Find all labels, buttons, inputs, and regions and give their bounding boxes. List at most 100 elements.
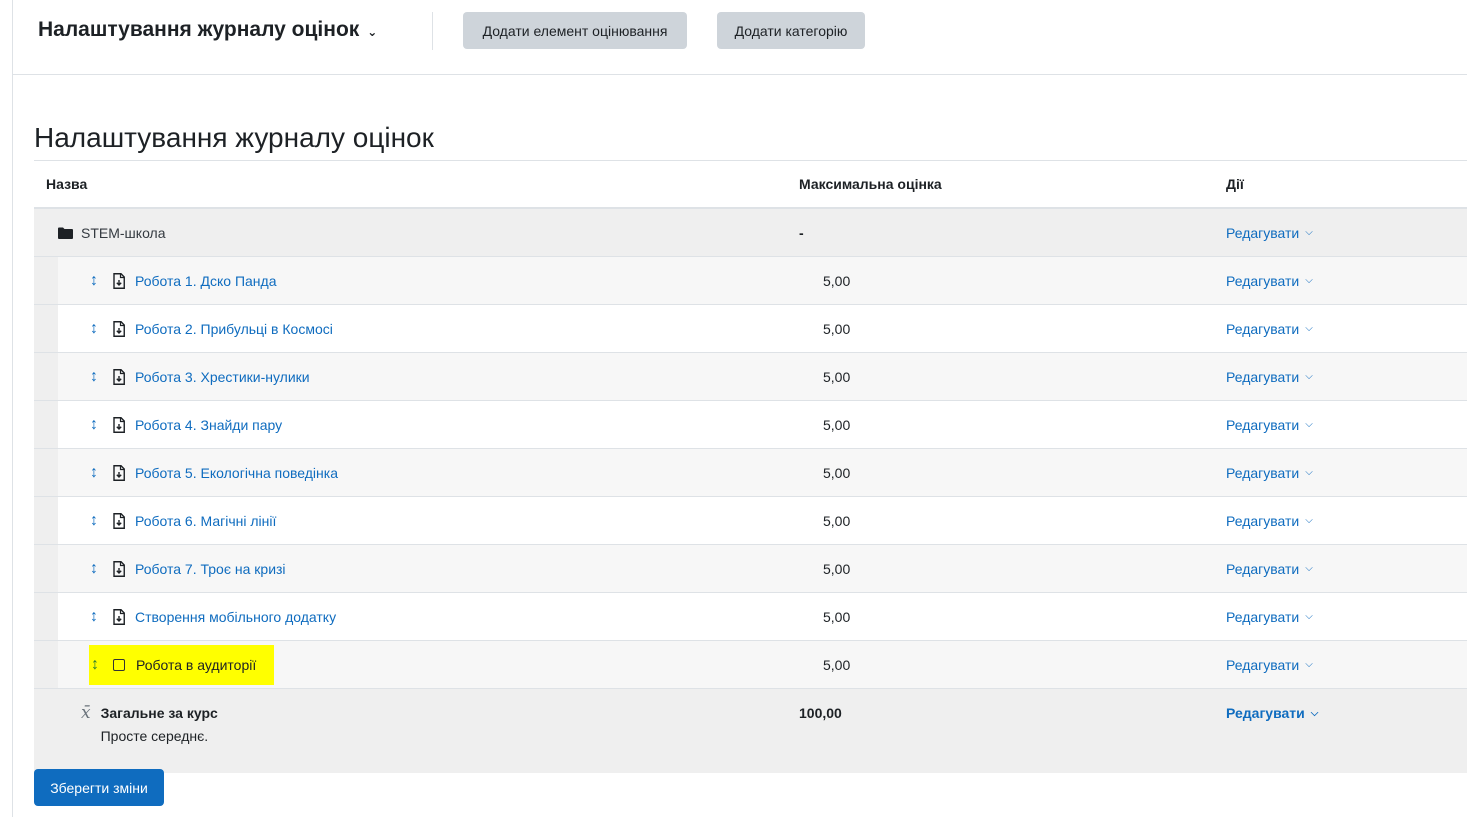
move-icon[interactable]: ↕ xyxy=(84,368,104,386)
gradebook-nav-selector[interactable]: Налаштування журналу оцінок ⌄ xyxy=(38,18,377,42)
grade-item-max-grade: 5,00 xyxy=(823,272,851,289)
category-row: STEM-школа - Редагувати ⌵ xyxy=(34,208,1467,257)
edit-label: Редагувати xyxy=(1226,416,1300,433)
grade-item-row: ↕ Робота 7. Троє на кризі 5,00 Редагувати ⌵ xyxy=(34,544,1467,593)
assignment-icon xyxy=(113,608,125,625)
grade-item-link[interactable]: Робота 2. Прибульці в Космосі xyxy=(135,321,333,337)
mean-icon: x̄ xyxy=(81,703,91,723)
grade-item-row: ↕ Робота в аудиторії 5,00 Редагувати ⌵ xyxy=(34,640,1467,689)
grade-item-link[interactable]: Робота 1. Дско Панда xyxy=(135,273,276,289)
category-max-grade: - xyxy=(799,224,804,241)
grade-item-link[interactable]: Створення мобільного додатку xyxy=(135,609,336,625)
edit-label: Редагувати xyxy=(1226,272,1300,289)
chevron-down-icon: ⌵ xyxy=(1305,275,1313,286)
edit-label: Редагувати xyxy=(1226,368,1300,385)
edit-label: Редагувати xyxy=(1226,320,1300,337)
grade-item-link[interactable]: Робота 7. Троє на кризі xyxy=(135,561,286,577)
chevron-down-icon: ⌵ xyxy=(1305,419,1313,430)
edit-menu-item[interactable]: Редагувати ⌵ xyxy=(1226,465,1313,481)
edit-menu-item[interactable]: Редагувати ⌵ xyxy=(1226,369,1313,385)
grade-item-max-grade: 5,00 xyxy=(823,656,851,673)
course-total-label: Загальне за курс xyxy=(100,705,218,721)
category-name-cell: STEM-школа xyxy=(34,225,799,241)
edit-menu-category[interactable]: Редагувати ⌵ xyxy=(1226,225,1313,241)
save-changes-button[interactable]: Зберегти зміни xyxy=(34,769,164,806)
column-header-max-grade: Максимальна оцінка xyxy=(799,160,1226,209)
move-icon[interactable]: ↕ xyxy=(84,320,104,338)
move-icon[interactable]: ↕ xyxy=(84,560,104,578)
move-icon[interactable]: ↕ xyxy=(84,416,104,434)
grade-item-row: ↕ Робота 4. Знайди пару 5,00 Редагувати ⌵ xyxy=(34,400,1467,449)
move-icon[interactable]: ↕ xyxy=(84,512,104,530)
chevron-down-icon: ⌵ xyxy=(1305,227,1313,238)
grade-item-row: ↕ Робота 6. Магічні лінії 5,00 Редагувати ⌵ xyxy=(34,496,1467,545)
edit-menu-item[interactable]: Редагувати ⌵ xyxy=(1226,561,1313,577)
grade-item-link[interactable]: Робота 3. Хрестики-нулики xyxy=(135,369,310,385)
column-header-name: Назва xyxy=(34,160,799,209)
edit-menu-item[interactable]: Редагувати ⌵ xyxy=(1226,321,1313,337)
assignment-icon xyxy=(113,560,125,577)
chevron-down-icon: ⌵ xyxy=(1305,515,1313,526)
edit-menu-item[interactable]: Редагувати ⌵ xyxy=(1226,513,1313,529)
grade-item-link[interactable]: Робота 5. Екологічна поведінка xyxy=(135,465,338,481)
grade-item-row: ↕ Робота 3. Хрестики-нулики 5,00 Редагувати… xyxy=(34,352,1467,401)
grade-item-max-grade: 5,00 xyxy=(823,368,851,385)
edit-menu-item[interactable]: Редагувати ⌵ xyxy=(1226,657,1313,673)
edit-menu-item[interactable]: Редагувати ⌵ xyxy=(1226,609,1313,625)
chevron-down-icon: ⌵ xyxy=(1305,323,1313,334)
move-icon[interactable]: ↕ xyxy=(84,608,104,626)
chevron-down-icon: ⌄ xyxy=(367,24,378,39)
assignment-icon xyxy=(113,416,125,433)
edit-label: Редагувати xyxy=(1226,464,1300,481)
grade-item-row: ↕ Робота 5. Екологічна поведінка 5,00 Редаг… xyxy=(34,448,1467,497)
edit-menu-item[interactable]: Редагувати ⌵ xyxy=(1226,417,1313,433)
grade-item-row: ↕ Робота 2. Прибульці в Космосі 5,00 Редагу… xyxy=(34,304,1467,353)
folder-icon xyxy=(58,227,73,239)
top-bar: Налаштування журналу оцінок ⌄ Додати еле… xyxy=(13,0,1467,75)
edit-label: Редагувати xyxy=(1226,560,1300,577)
highlighted-item: ↕ Робота в аудиторії xyxy=(89,644,275,685)
gradebook-nav-title: Налаштування журналу оцінок xyxy=(38,18,360,41)
chevron-down-icon: ⌵ xyxy=(1305,467,1313,478)
add-category-button[interactable]: Додати категорію xyxy=(717,12,865,49)
divider xyxy=(432,12,433,50)
edit-label: Редагувати xyxy=(1226,705,1305,721)
edit-label: Редагувати xyxy=(1226,512,1300,529)
chevron-down-icon: ⌵ xyxy=(1310,707,1319,719)
offline-activity-icon xyxy=(113,658,125,671)
grade-item-name: Робота в аудиторії xyxy=(136,656,257,673)
category-name: STEM-школа xyxy=(81,224,166,241)
edit-label: Редагувати xyxy=(1226,608,1300,625)
grade-item-max-grade: 5,00 xyxy=(823,416,851,433)
grade-item-max-grade: 5,00 xyxy=(823,464,851,481)
grade-item-max-grade: 5,00 xyxy=(823,560,851,577)
assignment-icon xyxy=(113,512,125,529)
grade-item-max-grade: 5,00 xyxy=(823,608,851,625)
edit-label: Редагувати xyxy=(1226,656,1300,673)
grade-item-max-grade: 5,00 xyxy=(823,320,851,337)
aggregation-method: Просте середнє. xyxy=(100,728,209,744)
assignment-icon xyxy=(113,368,125,385)
chevron-down-icon: ⌵ xyxy=(1305,563,1313,574)
chevron-down-icon: ⌵ xyxy=(1305,659,1313,670)
edit-menu-course-total[interactable]: Редагувати ⌵ xyxy=(1226,705,1318,721)
page-title: Налаштування журналу оцінок xyxy=(34,121,434,153)
grade-item-link[interactable]: Робота 6. Магічні лінії xyxy=(135,513,276,529)
edit-label: Редагувати xyxy=(1226,224,1300,241)
move-icon[interactable]: ↕ xyxy=(85,656,105,674)
grade-item-link[interactable]: Робота 4. Знайди пару xyxy=(135,417,282,433)
assignment-icon xyxy=(113,320,125,337)
page-frame: Налаштування журналу оцінок ⌄ Додати еле… xyxy=(12,0,1467,817)
edit-menu-item[interactable]: Редагувати ⌵ xyxy=(1226,273,1313,289)
assignment-icon xyxy=(113,464,125,481)
move-icon[interactable]: ↕ xyxy=(84,272,104,290)
column-header-actions: Дії xyxy=(1226,160,1467,209)
grade-item-row: ↕ Робота 1. Дско Панда 5,00 Редагувати ⌵ xyxy=(34,256,1467,305)
assignment-icon xyxy=(113,272,125,289)
add-grade-item-button[interactable]: Додати елемент оцінювання xyxy=(463,12,687,49)
chevron-down-icon: ⌵ xyxy=(1305,371,1313,382)
course-total-max-grade: 100,00 xyxy=(799,705,842,721)
chevron-down-icon: ⌵ xyxy=(1305,611,1313,622)
gradebook-setup-table: Назва Максимальна оцінка Дії STEM-школа … xyxy=(34,160,1467,773)
move-icon[interactable]: ↕ xyxy=(84,464,104,482)
